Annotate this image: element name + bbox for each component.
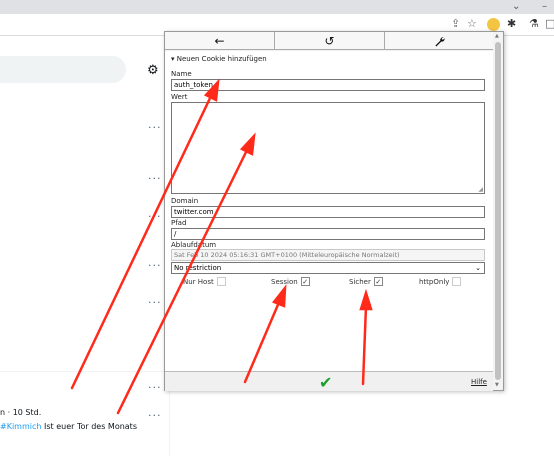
annotation-overlay (70, 78, 373, 415)
arrowhead-icon (359, 288, 373, 311)
arrowhead-icon (239, 132, 256, 156)
screen: ⌄ – ⇪ ☆ ✱ ⚗ □ ⚙ ··· ··· ··· ··· ··· ··· … (0, 0, 554, 456)
annotation-arrow (243, 298, 282, 384)
arrowhead-icon (203, 78, 220, 102)
annotation-arrow (361, 304, 368, 386)
annotation-arrow (70, 92, 214, 390)
arrowhead-icon (271, 284, 287, 308)
annotation-arrow (116, 146, 250, 415)
